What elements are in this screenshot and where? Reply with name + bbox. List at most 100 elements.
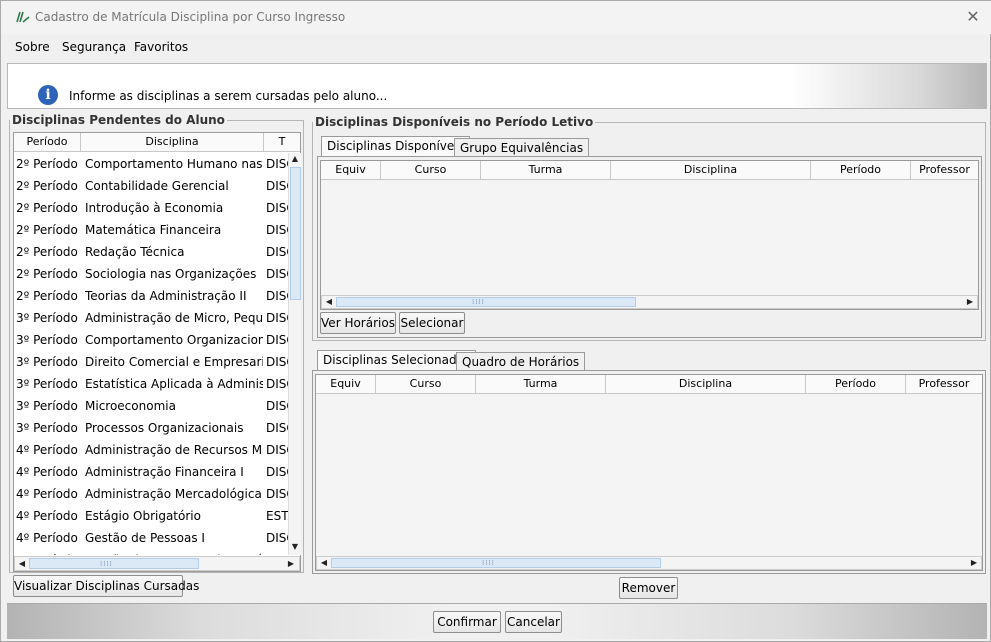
col-tipo[interactable]: T — [264, 133, 300, 151]
table-row[interactable]: 2º Período Contabilidade Gerencial DISC — [14, 175, 288, 197]
pendentes-hscrollbar[interactable]: ◀ ⁞⁞⁞⁞ ▶ — [14, 556, 300, 571]
scroll-left-icon[interactable]: ◀ — [323, 296, 335, 308]
info-message: Informe as disciplinas a serem cursadas … — [69, 89, 388, 103]
cell-periodo: 2º Período — [16, 289, 78, 303]
cell-disciplina: Sociologia nas Organizações — [85, 267, 257, 281]
cell-tipo: DISC — [266, 377, 288, 391]
confirmar-button[interactable]: Confirmar — [433, 611, 501, 633]
col-disciplina[interactable]: Disciplina — [81, 133, 264, 151]
table-row[interactable]: 3º Período Estatística Aplicada à Adminis… — [14, 373, 288, 395]
cell-periodo: 3º Período — [16, 377, 78, 391]
cell-periodo: 3º Período — [16, 311, 78, 325]
scroll-left-icon[interactable]: ◀ — [318, 557, 330, 569]
cell-periodo: 2º Período — [16, 223, 78, 237]
cell-disciplina: Gestão de Pessoas I — [85, 531, 205, 545]
cell-periodo: 3º Período — [16, 333, 78, 347]
table-row[interactable]: 3º Período Administração de Micro, Peque.… — [14, 307, 288, 329]
table-row[interactable]: 2º Período Matemática Financeira DISC — [14, 219, 288, 241]
disponiveis-hscrollbar[interactable]: ◀ ⁞⁞⁞⁞ ▶ — [321, 295, 978, 309]
col-disciplina[interactable]: Disciplina — [611, 161, 811, 179]
selecionadas-table: Equiv Curso Turma Disciplina Período Pro… — [315, 374, 983, 571]
cell-tipo: DISC — [266, 245, 288, 259]
col-periodo[interactable]: Período — [806, 375, 906, 393]
col-periodo[interactable]: Período — [14, 133, 81, 151]
cell-tipo: DISC — [266, 311, 288, 325]
pendentes-vscroll-thumb[interactable] — [290, 167, 301, 300]
cell-periodo: 2º Período — [16, 245, 78, 259]
cell-disciplina: Administração Financeira I — [85, 465, 244, 479]
table-row[interactable]: 3º Período Direito Comercial e Empresaria… — [14, 351, 288, 373]
table-row[interactable]: 4º Período Estágio Obrigatório ESTA — [14, 505, 288, 527]
cell-tipo: DISC — [266, 355, 288, 369]
cell-periodo: 2º Período — [16, 179, 78, 193]
close-icon[interactable]: ✕ — [963, 7, 983, 27]
menu-seguranca[interactable]: Segurança — [62, 40, 126, 54]
cell-tipo: DISC — [266, 399, 288, 413]
cell-disciplina: Matemática Financeira — [85, 223, 222, 237]
selecionar-button[interactable]: Selecionar — [399, 312, 465, 334]
pendentes-vscrollbar[interactable]: ▲ ▼ — [288, 153, 301, 555]
scroll-right-icon[interactable]: ▶ — [968, 557, 980, 569]
table-row[interactable]: 2º Período Redação Técnica DISC — [14, 241, 288, 263]
scroll-right-icon[interactable]: ▶ — [964, 296, 976, 308]
tab-disciplinas-disponiveis[interactable]: Disciplinas Disponíveis — [321, 136, 470, 157]
pendentes-legend: Disciplinas Pendentes do Aluno — [12, 113, 225, 127]
ver-horarios-button[interactable]: Ver Horários — [320, 312, 396, 334]
col-equiv[interactable]: Equiv — [316, 375, 376, 393]
col-disciplina[interactable]: Disciplina — [606, 375, 806, 393]
selecionadas-hscroll-thumb[interactable]: ⁞⁞⁞⁞ — [331, 558, 661, 568]
cell-tipo: ESTA — [266, 509, 288, 523]
table-row[interactable]: 4º Período Administração Mercadológica ID… — [14, 483, 288, 505]
table-row[interactable]: 2º Período Comportamento Humano nas ... DI… — [14, 153, 288, 175]
cell-disciplina: Administração de Micro, Peque... — [85, 311, 263, 325]
table-row[interactable]: 3º Período Processos Organizacionais DISC — [14, 417, 288, 439]
pendentes-hscroll-thumb[interactable]: ⁞⁞⁞⁞ — [29, 558, 199, 569]
cell-tipo: DISC — [266, 201, 288, 215]
col-turma[interactable]: Turma — [481, 161, 611, 179]
window-title: Cadastro de Matrícula Disciplina por Cur… — [35, 10, 346, 24]
scroll-left-icon[interactable]: ◀ — [16, 558, 28, 570]
cell-disciplina: Comportamento Organizacional — [85, 333, 263, 347]
scroll-right-icon[interactable]: ▶ — [285, 558, 297, 570]
cell-disciplina: Comportamento Humano nas ... — [85, 157, 263, 171]
table-row[interactable]: 4º Período Administração Financeira I DISC — [14, 461, 288, 483]
scroll-down-icon[interactable]: ▼ — [289, 541, 301, 553]
tab-quadro-horarios[interactable]: Quadro de Horários — [456, 352, 586, 371]
remover-button[interactable]: Remover — [619, 577, 678, 599]
table-row[interactable]: 2º Período Introdução à Economia DISC — [14, 197, 288, 219]
table-row[interactable]: 4º Período Gestão de Pessoas I DISC — [14, 527, 288, 549]
table-row[interactable]: 3º Período Microeconomia DISC — [14, 395, 288, 417]
col-curso[interactable]: Curso — [381, 161, 481, 179]
col-equiv[interactable]: Equiv — [321, 161, 381, 179]
col-professor[interactable]: Professor — [911, 161, 978, 179]
col-periodo[interactable]: Período — [811, 161, 911, 179]
menu-favoritos[interactable]: Favoritos — [134, 40, 188, 54]
selecionadas-panel: Equiv Curso Turma Disciplina Período Pro… — [312, 370, 986, 574]
cell-periodo: 2º Período — [16, 201, 78, 215]
col-professor[interactable]: Professor — [906, 375, 982, 393]
tab-grupo-equivalencias[interactable]: Grupo Equivalências — [454, 138, 590, 157]
menu-sobre[interactable]: Sobre — [15, 40, 50, 54]
selecionadas-hscrollbar[interactable]: ◀ ⁞⁞⁞⁞ ▶ — [316, 556, 982, 570]
cell-disciplina: Processos Organizacionais — [85, 421, 244, 435]
disponiveis-hscroll-thumb[interactable]: ⁞⁞⁞⁞ — [336, 297, 636, 307]
cell-tipo: DISC — [266, 487, 288, 501]
table-row[interactable]: 4º Período Administração de Recursos Mat.… — [14, 439, 288, 461]
menu-bar: Sobre Segurança Favoritos — [7, 37, 987, 59]
pendentes-rows: 2º Período Comportamento Humano nas ... DI… — [14, 153, 288, 555]
cell-tipo: DISC — [266, 267, 288, 281]
scroll-up-icon[interactable]: ▲ — [289, 153, 301, 165]
cancelar-button[interactable]: Cancelar — [505, 611, 562, 633]
cell-tipo: DISC — [266, 157, 288, 171]
col-curso[interactable]: Curso — [376, 375, 476, 393]
table-row[interactable]: 4º PeríodoGestão de Processos de Negócio… — [14, 549, 288, 555]
cell-disciplina: Administração Mercadológica I — [85, 487, 263, 501]
cell-disciplina: Redação Técnica — [85, 245, 185, 259]
table-row[interactable]: 2º Período Teorias da Administração II DIS… — [14, 285, 288, 307]
table-row[interactable]: 3º Período Comportamento Organizacional DI… — [14, 329, 288, 351]
tab-disciplinas-selecionadas[interactable]: Disciplinas Selecionadas — [317, 350, 477, 371]
visualizar-cursadas-button[interactable]: Visualizar Disciplinas Cursadas — [13, 575, 199, 597]
table-row[interactable]: 2º Período Sociologia nas Organizações DIS… — [14, 263, 288, 285]
col-turma[interactable]: Turma — [476, 375, 606, 393]
cell-tipo: DISC — [266, 223, 288, 237]
